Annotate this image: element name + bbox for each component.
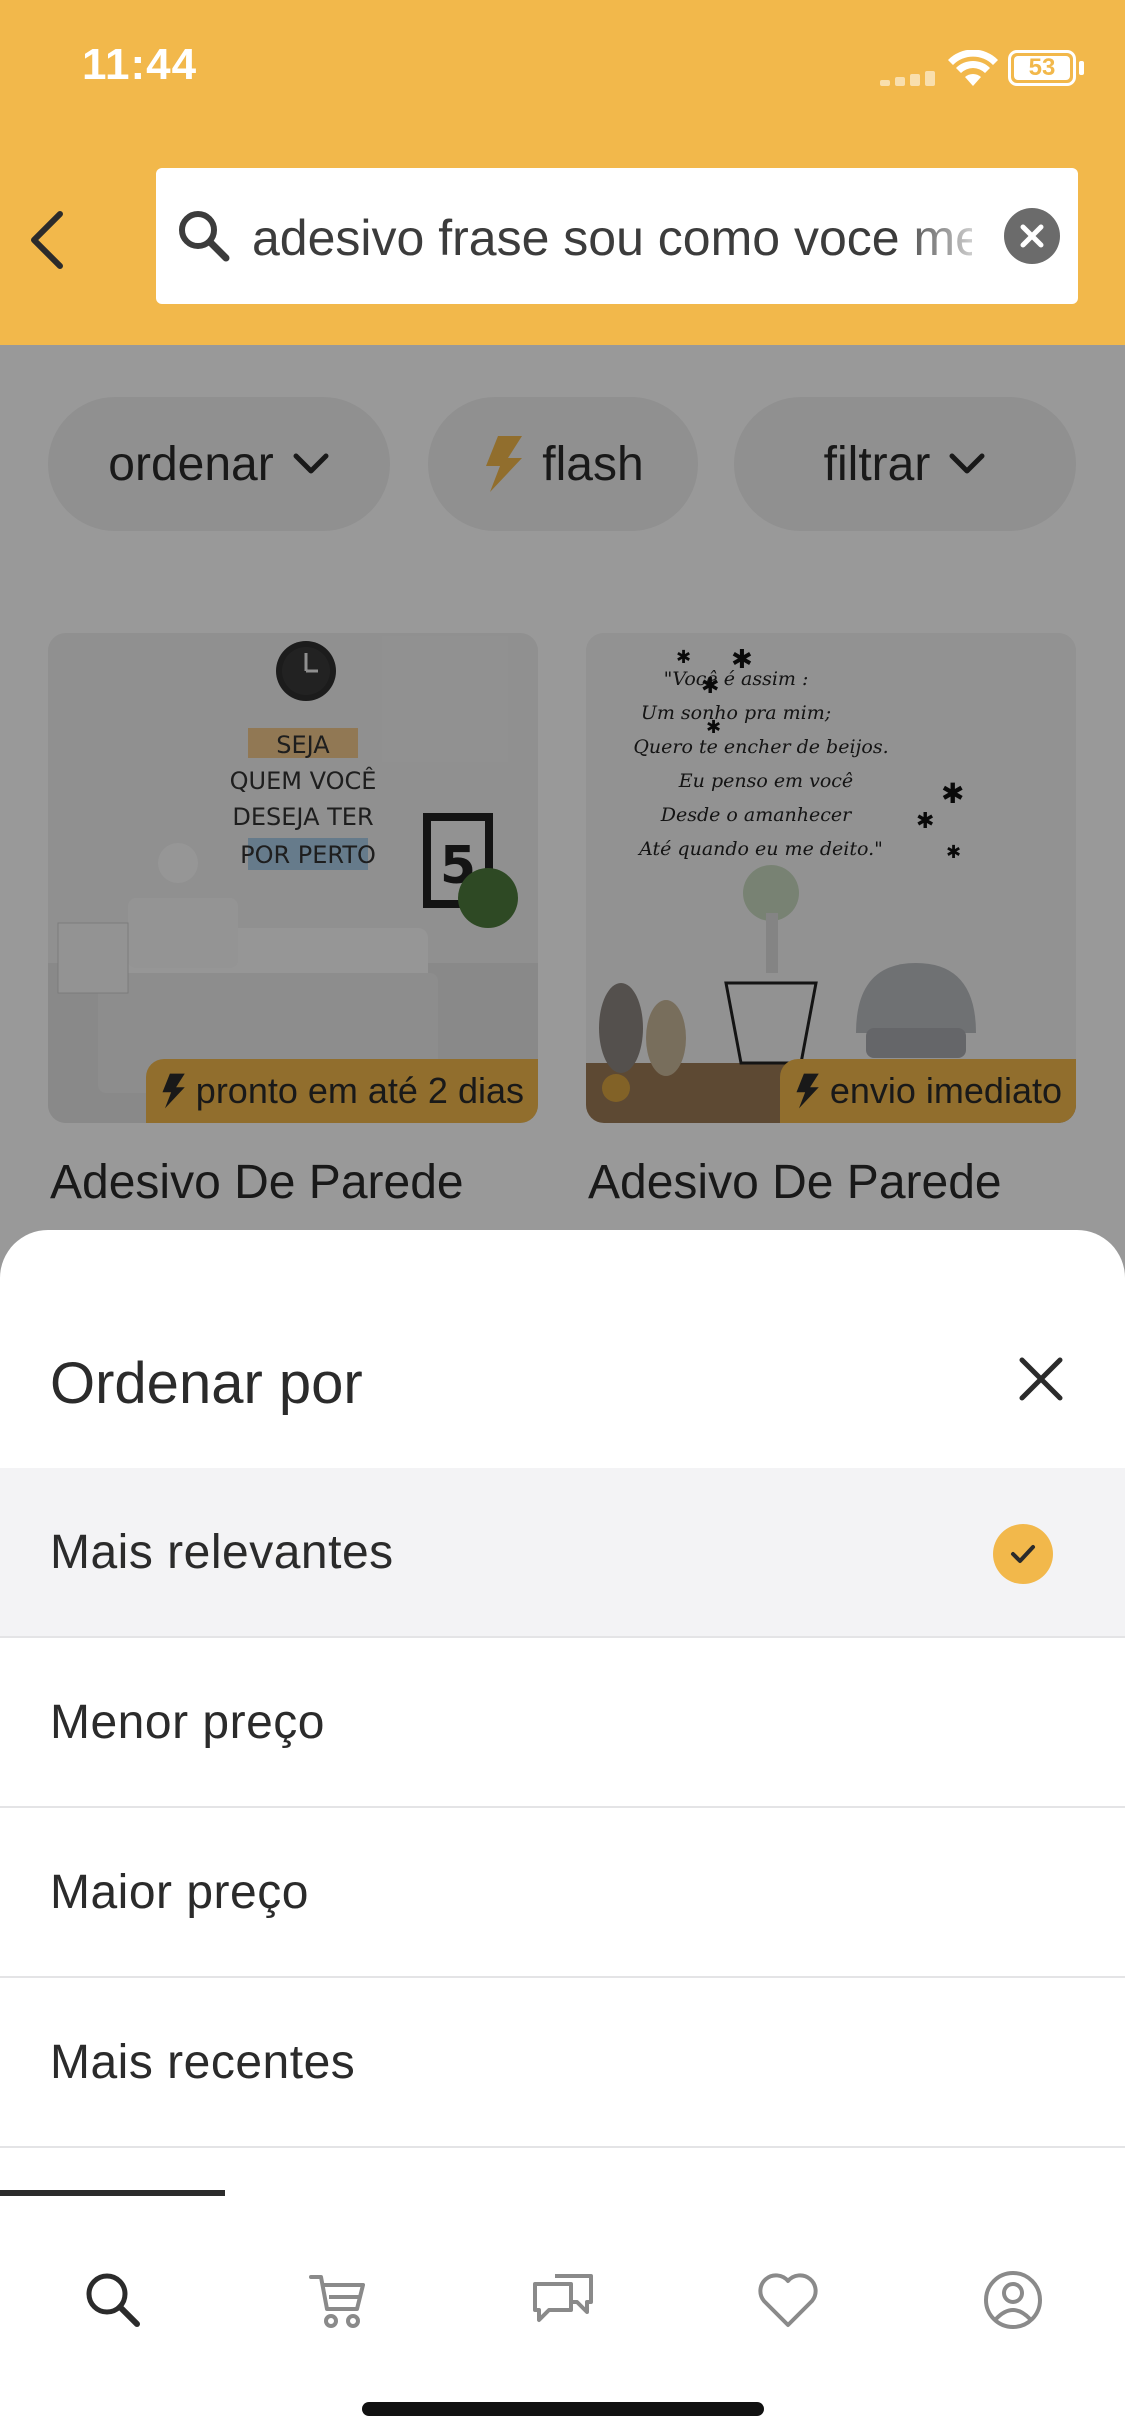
- active-tab-indicator: [0, 2190, 225, 2196]
- clear-search-button[interactable]: [1004, 208, 1060, 264]
- tab-search[interactable]: [0, 2250, 225, 2350]
- tab-profile[interactable]: [900, 2250, 1125, 2350]
- cellular-signal-icon: [880, 70, 936, 86]
- tab-chat[interactable]: [450, 2250, 675, 2350]
- tab-favorites[interactable]: [675, 2250, 900, 2350]
- search-icon: [179, 211, 230, 262]
- home-indicator: [362, 2402, 764, 2416]
- search-input[interactable]: adesivo frase sou como voce me: [156, 168, 1078, 304]
- sort-option-label: Mais recentes: [50, 2035, 356, 2089]
- close-icon: [1019, 1357, 1063, 1401]
- sort-option-mais-relevantes[interactable]: Mais relevantes: [0, 1468, 1125, 1638]
- check-icon: [993, 1524, 1053, 1584]
- sort-option-menor-preco[interactable]: Menor preço: [0, 1638, 1125, 1808]
- battery-cap: [1079, 61, 1084, 75]
- sort-option-maior-preco[interactable]: Maior preço: [0, 1808, 1125, 1978]
- search-text-fade: [896, 188, 1016, 284]
- app-header: 11:44 53 adesivo frase sou como voce me: [0, 0, 1125, 345]
- close-icon: [1020, 224, 1044, 248]
- heart-icon: [757, 2273, 818, 2327]
- close-sheet-button[interactable]: [1010, 1348, 1072, 1410]
- tab-cart[interactable]: [225, 2250, 450, 2350]
- search-icon: [86, 2273, 140, 2327]
- sort-option-label: Maior preço: [50, 1865, 309, 1919]
- sort-option-mais-recentes[interactable]: Mais recentes: [0, 1978, 1125, 2148]
- sort-option-label: Menor preço: [50, 1695, 325, 1749]
- chat-icon: [532, 2274, 593, 2322]
- bottom-tab-bar: [0, 2190, 1125, 2436]
- search-query-text[interactable]: adesivo frase sou como voce me: [252, 208, 972, 268]
- sheet-title: Ordenar por: [50, 1351, 363, 1416]
- wifi-icon: [948, 50, 998, 86]
- battery-icon: 53: [1008, 50, 1076, 86]
- cart-icon: [308, 2275, 365, 2328]
- sort-option-label: Mais relevantes: [50, 1525, 394, 1579]
- profile-icon: [983, 2271, 1042, 2329]
- battery-level: 53: [1014, 56, 1070, 80]
- back-button[interactable]: [16, 195, 76, 285]
- chevron-left-icon: [31, 211, 63, 269]
- status-time: 11:44: [82, 40, 198, 89]
